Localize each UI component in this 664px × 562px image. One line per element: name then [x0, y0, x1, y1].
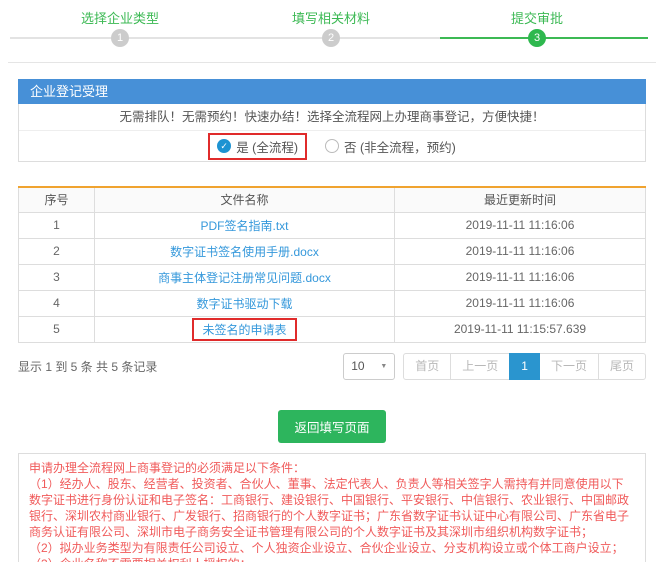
requirements-heading: 申请办理全流程网上商事登记的必须满足以下条件： — [29, 460, 635, 476]
file-link-faq[interactable]: 商事主体登记注册常见问题.docx — [158, 271, 331, 285]
registration-panel: 企业登记受理 无需排队！无需预约！快速办结！选择全流程网上办理商事登记，方便快捷… — [18, 79, 646, 162]
col-header-updated: 最近更新时间 — [395, 187, 646, 212]
step-indicator: 选择企业类型 填写相关材料 提交审批 1 2 3 — [0, 0, 664, 62]
step-label-submit-review: 提交审批 — [511, 8, 563, 27]
caret-down-icon: ▼ — [380, 363, 387, 370]
table-row: 4 数字证书驱动下载 2019-11-11 11:16:06 — [19, 290, 646, 316]
section-divider — [8, 62, 656, 63]
check-icon: ✓ — [220, 141, 228, 152]
table-row: 2 数字证书签名使用手册.docx 2019-11-11 11:16:06 — [19, 238, 646, 264]
table-row: 5 未签名的申请表 2019-11-11 11:15:57.639 — [19, 316, 646, 342]
step-track — [10, 37, 440, 39]
step-circle-3: 3 — [528, 29, 546, 47]
files-table: 序号 文件名称 最近更新时间 1 PDF签名指南.txt 2019-11-11 … — [18, 186, 646, 343]
pagination-next-button[interactable]: 下一页 — [539, 353, 599, 380]
action-button-row: 返回填写页面 — [0, 410, 664, 443]
row-index: 4 — [19, 290, 95, 316]
file-link-cert-manual[interactable]: 数字证书签名使用手册.docx — [170, 245, 319, 259]
requirements-notice: 申请办理全流程网上商事登记的必须满足以下条件： （1）经办人、股东、经营者、投资… — [18, 453, 646, 562]
process-choice-row: ✓ 是 (全流程) 否 (非全流程，预约) — [19, 131, 645, 161]
col-header-index: 序号 — [19, 187, 95, 212]
page-size-select[interactable]: 10 ▼ — [343, 353, 395, 380]
pager-group: 首页 上一页 1 下一页 尾页 — [403, 353, 646, 380]
pagination-page-1-button[interactable]: 1 — [509, 353, 540, 380]
table-header-row: 序号 文件名称 最近更新时间 — [19, 187, 646, 212]
pagination-first-button[interactable]: 首页 — [403, 353, 451, 380]
file-link-cert-driver-download[interactable]: 数字证书驱动下载 — [196, 297, 292, 311]
radio-option-full-process[interactable]: ✓ 是 (全流程) — [208, 133, 307, 160]
table-row: 1 PDF签名指南.txt 2019-11-11 11:16:06 — [19, 212, 646, 238]
pagination-prev-button[interactable]: 上一页 — [450, 353, 510, 380]
requirements-item-3: （3）企业名称不需要相关权利人授权的； — [29, 556, 635, 562]
row-updated-time: 2019-11-11 11:16:06 — [395, 290, 646, 316]
row-index: 5 — [19, 316, 95, 342]
table-footer: 显示 1 到 5 条 共 5 条记录 10 ▼ 首页 上一页 1 下一页 尾页 — [18, 353, 646, 380]
step-circle-1: 1 — [111, 29, 129, 47]
row-index: 2 — [19, 238, 95, 264]
row-index: 1 — [19, 212, 95, 238]
pagination: 10 ▼ 首页 上一页 1 下一页 尾页 — [343, 353, 646, 380]
row-updated-time: 2019-11-11 11:16:06 — [395, 264, 646, 290]
step-label-choose-type: 选择企业类型 — [81, 8, 159, 27]
step-circle-2: 2 — [322, 29, 340, 47]
radio-label-yes: 是 (全流程) — [236, 137, 298, 156]
radio-label-no: 否 (非全流程，预约) — [344, 137, 456, 156]
radio-option-not-full-process[interactable]: 否 (非全流程，预约) — [325, 137, 456, 156]
row-updated-time: 2019-11-11 11:15:57.639 — [395, 316, 646, 342]
radio-checked-icon[interactable]: ✓ — [217, 139, 231, 153]
requirements-item-2: （2）拟办业务类型为有限责任公司设立、个人独资企业设立、合伙企业设立、分支机构设… — [29, 540, 635, 556]
step-label-fill-materials: 填写相关材料 — [292, 8, 370, 27]
back-to-edit-button[interactable]: 返回填写页面 — [278, 410, 385, 443]
page-size-value: 10 — [351, 359, 364, 373]
requirements-item-1: （1）经办人、股东、经营者、投资者、合伙人、董事、法定代表人、负责人等相关签字人… — [29, 476, 635, 540]
file-link-unsigned-application[interactable]: 未签名的申请表 — [202, 323, 286, 337]
radio-unchecked-icon[interactable] — [325, 139, 339, 153]
row-updated-time: 2019-11-11 11:16:06 — [395, 212, 646, 238]
table-row: 3 商事主体登记注册常见问题.docx 2019-11-11 11:16:06 — [19, 264, 646, 290]
panel-body: 无需排队！无需预约！快速办结！选择全流程网上办理商事登记，方便快捷！ ✓ 是 (… — [18, 104, 646, 162]
pagination-last-button[interactable]: 尾页 — [598, 353, 646, 380]
panel-title: 企业登记受理 — [18, 79, 646, 104]
row-updated-time: 2019-11-11 11:16:06 — [395, 238, 646, 264]
row-index: 3 — [19, 264, 95, 290]
col-header-filename: 文件名称 — [95, 187, 395, 212]
file-link-pdf-sign-guide[interactable]: PDF签名指南.txt — [200, 219, 288, 233]
notice-text: 无需排队！无需预约！快速办结！选择全流程网上办理商事登记，方便快捷！ — [19, 104, 645, 131]
unsigned-form-highlight: 未签名的申请表 — [192, 318, 296, 341]
record-summary: 显示 1 到 5 条 共 5 条记录 — [18, 358, 157, 375]
